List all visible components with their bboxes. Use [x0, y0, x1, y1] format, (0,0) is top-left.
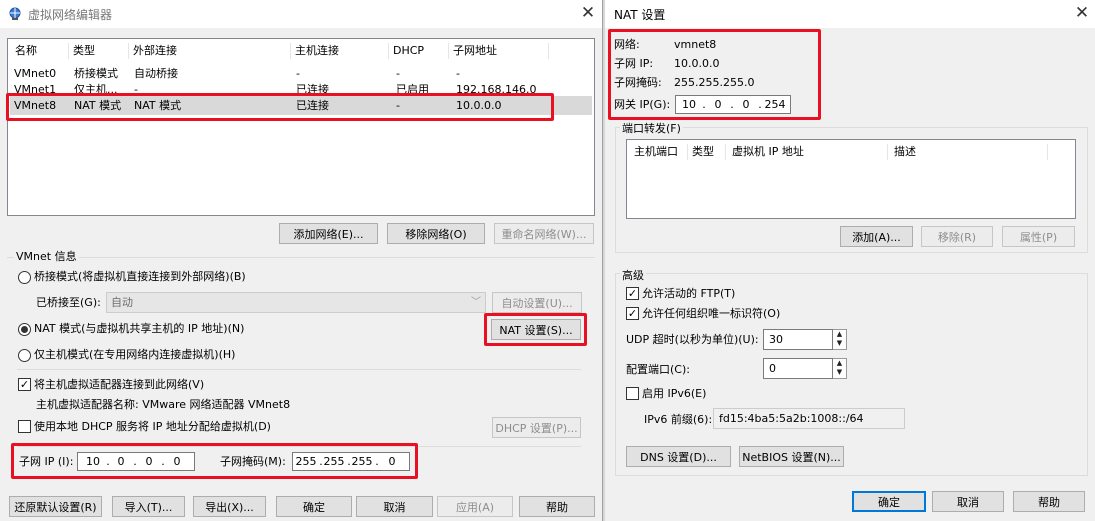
use-dhcp-label[interactable]: 使用本地 DHCP 服务将 IP 地址分配给虚拟机(D) [34, 420, 271, 434]
udp-timeout-stepper[interactable]: ▲ ▼ [833, 329, 847, 350]
highlight-box [484, 313, 587, 346]
highlight-box [608, 29, 821, 120]
advanced-title: 高级 [620, 267, 646, 283]
allow-ftp-checkbox[interactable]: ✓ [626, 287, 639, 300]
export-button[interactable]: 导出(X)... [193, 496, 266, 517]
column-header[interactable]: 主机连接 [290, 41, 388, 61]
remove-port-button[interactable]: 移除(R) [921, 226, 993, 247]
port-forwarding-list[interactable]: 主机端口 类型 虚拟机 IP 地址 描述 [626, 139, 1076, 219]
help-button[interactable]: 帮助 [519, 496, 595, 517]
cell-subnet: - [456, 67, 460, 80]
apply-button[interactable]: 应用(A) [437, 496, 513, 517]
netbios-settings-button[interactable]: NetBIOS 设置(N)... [739, 446, 844, 467]
allow-oui-label[interactable]: 允许任何组织唯一标识符(O) [642, 307, 780, 321]
auto-settings-button[interactable]: 自动设置(U)... [492, 292, 582, 313]
chevron-down-icon: ﹀ [471, 297, 481, 308]
udp-timeout-label: UDP 超时(以秒为单位)(U): [626, 333, 759, 346]
connect-adapter-label[interactable]: 将主机虚拟适配器连接到此网络(V) [34, 378, 204, 392]
title-bar: NAT 设置 ✕ [605, 0, 1095, 28]
close-icon[interactable]: ✕ [577, 2, 599, 24]
cell-external: 自动桥接 [134, 67, 178, 80]
help-button[interactable]: 帮助 [1013, 491, 1085, 512]
config-port-input[interactable]: 0 [763, 358, 833, 379]
cancel-button[interactable]: 取消 [932, 491, 1004, 512]
udp-timeout-input[interactable]: 30 [763, 329, 833, 350]
virtual-network-editor-window: 虚拟网络编辑器 ✕ 名称 类型 外部连接 主机连接 DHCP 子网地址 VMne… [0, 0, 603, 521]
host-only-radio[interactable] [18, 349, 31, 362]
bridged-to-label: 已桥接至(G): [36, 296, 101, 309]
dns-settings-button[interactable]: DNS 设置(D)... [626, 446, 731, 467]
column-header[interactable]: 子网地址 [448, 41, 548, 61]
rename-network-button[interactable]: 重命名网络(W)... [494, 223, 594, 244]
column-header[interactable]: 外部连接 [128, 41, 290, 61]
close-icon[interactable]: ✕ [1071, 2, 1093, 24]
connect-adapter-checkbox[interactable]: ✓ [18, 378, 31, 391]
window-title: NAT 设置 [614, 8, 666, 22]
host-only-label[interactable]: 仅主机模式(在专用网络内连接虚拟机)(H) [34, 348, 235, 362]
enable-ipv6-label[interactable]: 启用 IPv6(E) [642, 387, 706, 401]
column-header[interactable]: 名称 [10, 41, 68, 61]
port-forwarding-title: 端口转发(F) [620, 120, 683, 136]
cancel-button[interactable]: 取消 [356, 496, 433, 517]
bridge-mode-label[interactable]: 桥接模式(将虚拟机直接连接到外部网络)(B) [34, 270, 246, 284]
network-globe-icon [9, 7, 21, 20]
restore-defaults-button[interactable]: 还原默认设置(R) [9, 496, 102, 517]
adapter-name-text: 主机虚拟适配器名称: VMware 网络适配器 VMnet8 [36, 398, 291, 411]
enable-ipv6-checkbox[interactable] [626, 387, 639, 400]
cell-host: - [296, 67, 300, 80]
ipv6-prefix-input[interactable]: fd15:4ba5:5a2b:1008::/64 [713, 408, 905, 429]
allow-oui-checkbox[interactable]: ✓ [626, 307, 639, 320]
column-header[interactable]: 虚拟机 IP 地址 [727, 142, 885, 162]
import-button[interactable]: 导入(T)... [112, 496, 185, 517]
nat-mode-label[interactable]: NAT 模式(与虚拟机共享主机的 IP 地址)(N) [34, 322, 244, 336]
config-port-stepper[interactable]: ▲ ▼ [833, 358, 847, 379]
cell-name: VMnet0 [14, 67, 57, 80]
vmnet-info-group-title: VMnet 信息 [14, 250, 79, 264]
config-port-label: 配置端口(C): [626, 363, 690, 376]
nat-settings-window: NAT 设置 ✕ 网络: vmnet8 子网 IP: 10.0.0.0 子网掩码… [605, 0, 1095, 521]
network-list[interactable]: 名称 类型 外部连接 主机连接 DHCP 子网地址 VMnet0 桥接模式 自动… [7, 38, 595, 216]
column-header[interactable]: 描述 [889, 142, 1047, 162]
highlight-box [6, 93, 554, 121]
cell-dhcp: - [396, 67, 400, 80]
ok-button[interactable]: 确定 [852, 491, 926, 512]
add-port-button[interactable]: 添加(A)... [840, 226, 913, 247]
column-header[interactable]: 类型 [68, 41, 128, 61]
port-properties-button[interactable]: 属性(P) [1002, 226, 1075, 247]
ipv6-prefix-label: IPv6 前缀(6): [644, 413, 713, 426]
add-network-button[interactable]: 添加网络(E)... [279, 223, 378, 244]
dhcp-settings-button[interactable]: DHCP 设置(P)... [492, 417, 581, 438]
window-title: 虚拟网络编辑器 [28, 8, 113, 22]
bridged-to-select[interactable]: 自动 ﹀ [106, 292, 486, 313]
table-row[interactable]: VMnet0 桥接模式 自动桥接 - - - [10, 65, 592, 82]
bridge-mode-radio[interactable] [18, 271, 31, 284]
column-header[interactable]: 类型 [687, 142, 725, 162]
use-dhcp-checkbox[interactable] [18, 420, 31, 433]
column-header[interactable]: 主机端口 [629, 142, 687, 162]
bridged-to-value: 自动 [111, 296, 133, 309]
column-header[interactable]: DHCP [388, 41, 448, 61]
cell-type: 桥接模式 [74, 67, 118, 80]
allow-ftp-label[interactable]: 允许活动的 FTP(T) [642, 287, 735, 301]
highlight-box [11, 443, 418, 479]
ok-button[interactable]: 确定 [276, 496, 352, 517]
title-bar: 虚拟网络编辑器 ✕ [0, 0, 602, 28]
nat-mode-radio[interactable] [18, 323, 31, 336]
remove-network-button[interactable]: 移除网络(O) [387, 223, 485, 244]
